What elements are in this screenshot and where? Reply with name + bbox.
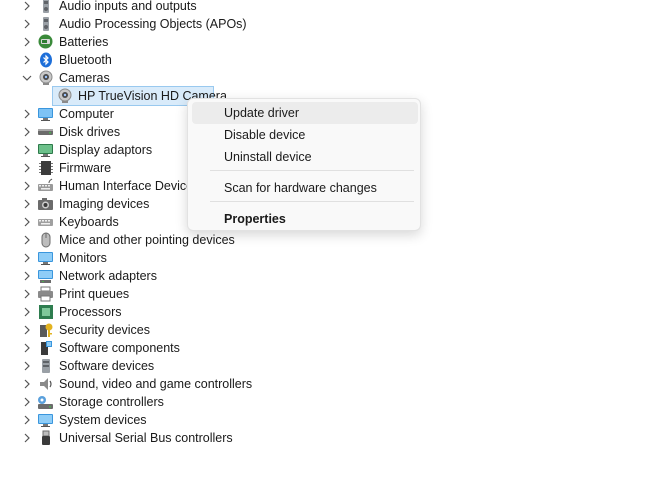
menu-item-disable-device[interactable]: Disable device xyxy=(192,124,418,146)
bluetooth-icon xyxy=(37,51,54,68)
chevron-right-icon[interactable] xyxy=(21,107,33,121)
sound-controller-icon xyxy=(37,375,54,392)
battery-icon xyxy=(37,33,54,50)
software-device-icon xyxy=(37,357,54,374)
menu-item-scan-hardware-changes[interactable]: Scan for hardware changes xyxy=(192,177,418,199)
tree-item-network-adapters[interactable]: Network adapters xyxy=(0,267,260,285)
speaker-icon xyxy=(37,0,54,14)
tree-item-storage-controllers[interactable]: Storage controllers xyxy=(0,393,260,411)
tree-item-label: Audio inputs and outputs xyxy=(59,0,197,13)
tree-item-label: Keyboards xyxy=(59,215,119,229)
firmware-icon xyxy=(37,159,54,176)
system-device-icon xyxy=(37,411,54,428)
tree-item-label: Firmware xyxy=(59,161,112,175)
chevron-down-icon[interactable] xyxy=(21,71,33,85)
chevron-right-icon[interactable] xyxy=(21,215,33,229)
tree-item-label: Software devices xyxy=(59,359,155,373)
usb-icon xyxy=(37,429,54,446)
chevron-right-icon[interactable] xyxy=(21,413,33,427)
computer-icon xyxy=(37,105,54,122)
chevron-right-icon[interactable] xyxy=(21,161,33,175)
tree-item-system-devices[interactable]: System devices xyxy=(0,411,260,429)
tree-item-batteries[interactable]: Batteries xyxy=(0,33,260,51)
chevron-right-icon[interactable] xyxy=(21,431,33,445)
tree-item-label: Disk drives xyxy=(59,125,121,139)
tree-item-label: Print queues xyxy=(59,287,130,301)
chevron-right-icon[interactable] xyxy=(21,305,33,319)
tree-item-label: Software components xyxy=(59,341,180,355)
processor-icon xyxy=(37,303,54,320)
tree-item-security-devices[interactable]: Security devices xyxy=(0,321,260,339)
software-component-icon xyxy=(37,339,54,356)
chevron-right-icon[interactable] xyxy=(21,287,33,301)
chevron-right-icon[interactable] xyxy=(21,53,33,67)
tree-item-label: Storage controllers xyxy=(59,395,164,409)
menu-separator xyxy=(210,201,414,202)
menu-separator xyxy=(210,170,414,171)
chevron-right-icon[interactable] xyxy=(21,269,33,283)
tree-item-label: Imaging devices xyxy=(59,197,150,211)
tree-item-label: System devices xyxy=(59,413,147,427)
disk-drive-icon xyxy=(37,123,54,140)
mouse-icon xyxy=(37,231,54,248)
tree-item-label: Processors xyxy=(59,305,122,319)
chevron-right-icon[interactable] xyxy=(21,341,33,355)
tree-item-sound-video-game-controllers[interactable]: Sound, video and game controllers xyxy=(0,375,260,393)
display-adapter-icon xyxy=(37,141,54,158)
tree-item-label: Universal Serial Bus controllers xyxy=(59,431,233,445)
menu-item-update-driver[interactable]: Update driver xyxy=(192,102,418,124)
tree-item-label: Audio Processing Objects (APOs) xyxy=(59,17,247,31)
context-menu: Update driver Disable device Uninstall d… xyxy=(187,98,421,231)
tree-item-cameras[interactable]: Cameras xyxy=(0,69,260,87)
tree-item-audio-processing-objects[interactable]: Audio Processing Objects (APOs) xyxy=(0,15,260,33)
network-adapter-icon xyxy=(37,267,54,284)
keyboard-icon xyxy=(37,213,54,230)
chevron-right-icon[interactable] xyxy=(21,0,33,13)
menu-item-uninstall-device[interactable]: Uninstall device xyxy=(192,146,418,168)
camera-icon xyxy=(37,69,54,86)
tree-item-monitors[interactable]: Monitors xyxy=(0,249,260,267)
tree-item-label: Monitors xyxy=(59,251,107,265)
chevron-right-icon[interactable] xyxy=(21,125,33,139)
tree-item-software-components[interactable]: Software components xyxy=(0,339,260,357)
chevron-right-icon[interactable] xyxy=(21,233,33,247)
tree-item-software-devices[interactable]: Software devices xyxy=(0,357,260,375)
tree-item-label: Batteries xyxy=(59,35,109,49)
tree-item-audio-inputs[interactable]: Audio inputs and outputs xyxy=(0,0,260,15)
chevron-right-icon[interactable] xyxy=(21,359,33,373)
tree-item-label: Bluetooth xyxy=(59,53,112,67)
security-device-icon xyxy=(37,321,54,338)
monitor-icon xyxy=(37,249,54,266)
webcam-icon xyxy=(56,87,73,104)
tree-item-label: Human Interface Devices xyxy=(59,179,200,193)
chevron-right-icon[interactable] xyxy=(21,323,33,337)
tree-item-label: Computer xyxy=(59,107,114,121)
chevron-right-icon[interactable] xyxy=(21,395,33,409)
tree-item-bluetooth[interactable]: Bluetooth xyxy=(0,51,260,69)
chevron-right-icon[interactable] xyxy=(21,35,33,49)
tree-item-label: Network adapters xyxy=(59,269,157,283)
tree-item-mice[interactable]: Mice and other pointing devices xyxy=(0,231,260,249)
chevron-right-icon[interactable] xyxy=(21,197,33,211)
tree-item-print-queues[interactable]: Print queues xyxy=(0,285,260,303)
chevron-right-icon[interactable] xyxy=(21,179,33,193)
printer-icon xyxy=(37,285,54,302)
tree-item-label: Sound, video and game controllers xyxy=(59,377,253,391)
tree-item-usb-controllers[interactable]: Universal Serial Bus controllers xyxy=(0,429,260,447)
storage-controller-icon xyxy=(37,393,54,410)
speaker-icon xyxy=(37,15,54,32)
tree-item-processors[interactable]: Processors xyxy=(0,303,260,321)
imaging-device-icon xyxy=(37,195,54,212)
chevron-right-icon[interactable] xyxy=(21,377,33,391)
tree-item-label: Display adaptors xyxy=(59,143,153,157)
tree-item-label: Mice and other pointing devices xyxy=(59,233,235,247)
chevron-right-icon[interactable] xyxy=(21,143,33,157)
menu-item-properties[interactable]: Properties xyxy=(192,208,418,230)
chevron-right-icon[interactable] xyxy=(21,251,33,265)
hid-icon xyxy=(37,177,54,194)
tree-item-label: Security devices xyxy=(59,323,151,337)
chevron-right-icon[interactable] xyxy=(21,17,33,31)
tree-item-label: Cameras xyxy=(59,71,110,85)
